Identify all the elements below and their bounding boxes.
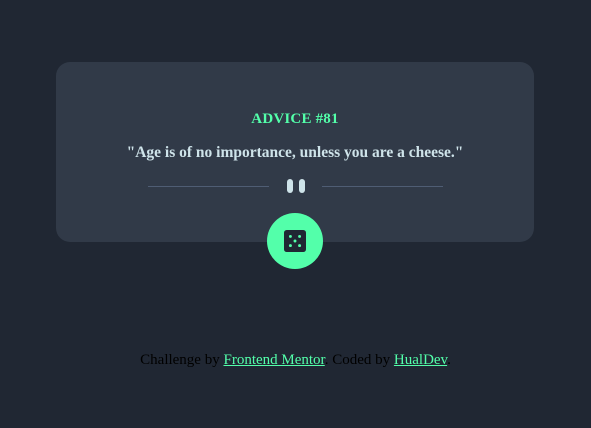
advice-id: ADVICE #81 [251, 111, 339, 127]
divider-line-right [322, 186, 443, 187]
attribution: Challenge by Frontend Mentor. Coded by H… [140, 352, 451, 368]
dice-icon [284, 230, 306, 252]
pattern-divider [148, 176, 443, 196]
divider-line-left [148, 186, 269, 187]
advice-quote: "Age is of no importance, unless you are… [126, 144, 464, 161]
coded-by-prefix: Coded by [332, 352, 391, 368]
challenge-prefix: Challenge by [140, 352, 220, 368]
frontend-mentor-link[interactable]: Frontend Mentor [223, 352, 324, 368]
author-link[interactable]: HualDev [394, 352, 447, 368]
pause-icon [285, 179, 307, 193]
generate-advice-button[interactable] [267, 213, 323, 269]
